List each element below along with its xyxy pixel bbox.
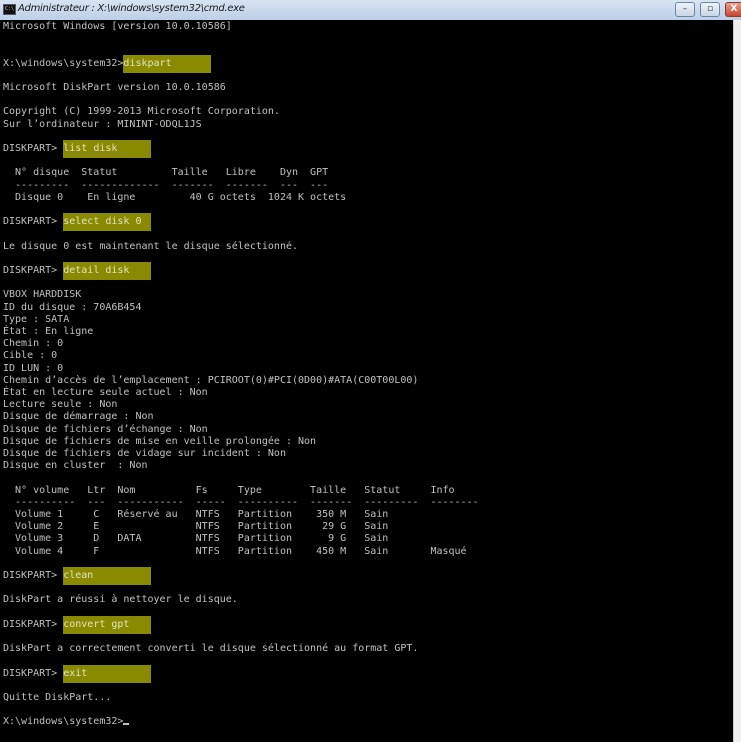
command-line: DISKPART> list disk [3, 140, 152, 159]
output-text: Disque de démarrage : Non [3, 411, 154, 423]
highlighted-command: exit [63, 664, 152, 683]
text-cursor [123, 723, 130, 726]
output-text: État en lecture seule actuel : Non [3, 387, 208, 398]
console-line: Microsoft Windows [version 10.0.10586] [3, 21, 232, 33]
console-line: Cible : 0 [3, 350, 57, 362]
console-line: Copyright (C) 1999-2013 Microsoft Corpor… [3, 106, 280, 118]
command-line: DISKPART> select disk 0 [3, 213, 152, 232]
console-line: VBOX HARDDISK [3, 289, 81, 301]
command-line: DISKPART> convert gpt [3, 615, 152, 634]
output-text: N° disque Statut Taille Libre Dyn GPT [3, 167, 329, 179]
output-text: ID du disque : 70A6B454 [3, 301, 142, 313]
title-bar: Administrateur : X:\windows\system32\cmd… [0, 0, 741, 20]
close-icon: X [730, 4, 738, 14]
output-text: Copyright (C) 1999-2013 Microsoft Corpor… [3, 106, 280, 118]
console-line: Disque en cluster : Non [3, 460, 148, 472]
console-line: X:\windows\system32> [3, 716, 130, 728]
highlighted-command: select disk 0 [63, 213, 152, 232]
console-line: Lecture seule : Non [3, 399, 117, 411]
maximize-button[interactable]: ▫ [700, 2, 720, 17]
output-text: DiskPart a réussi à nettoyer le disque. [3, 594, 238, 606]
vertical-scrollbar[interactable] [733, 20, 741, 742]
prompt-text: DISKPART> [3, 143, 64, 154]
output-text: Cible : 0 [3, 350, 58, 362]
console-line: Chemin : 0 [3, 338, 63, 350]
command-line: DISKPART> clean [3, 567, 152, 586]
prompt-text: DISKPART> [3, 618, 64, 630]
output-text: Volume 4 F NTFS Partition 450 M Sain Mas… [3, 545, 467, 557]
highlighted-command: detail disk [63, 262, 152, 281]
output-text: Disque de fichiers de mise en veille pro… [3, 435, 317, 447]
console-line: DiskPart a réussi à nettoyer le disque. [3, 594, 238, 606]
output-text: Chemin d’accès de l’emplacement : PCIROO… [3, 374, 419, 386]
output-text: Lecture seule : Non [3, 399, 118, 411]
output-text: Sur l’ordinateur : MININT-ODQL1JS [3, 118, 202, 130]
output-text: VBOX HARDDISK [3, 289, 82, 301]
prompt-text: DISKPART> [3, 216, 64, 228]
output-text: Volume 3 D DATA NTFS Partition 9 G Sain [3, 533, 389, 545]
console-line: Disque de fichiers de vidage sur inciden… [3, 448, 286, 460]
console-line: Microsoft DiskPart version 10.0.10586 [3, 82, 226, 94]
output-text: Disque de fichiers d’échange : Non [3, 423, 208, 435]
output-text: Disque 0 En ligne 40 G octets 1024 K oct… [3, 191, 347, 203]
console-line: Sur l’ordinateur : MININT-ODQL1JS [3, 119, 202, 131]
output-text: Quitte DiskPart... [3, 692, 112, 703]
console-line: Disque 0 En ligne 40 G octets 1024 K oct… [3, 192, 346, 204]
console-line: --------- ------------- ------- ------- … [3, 180, 328, 192]
minimize-icon: – [682, 4, 688, 14]
console-line: Volume 3 D DATA NTFS Partition 9 G Sain [3, 533, 388, 545]
command-line: DISKPART> detail disk [3, 262, 152, 281]
output-text: Le disque 0 est maintenant le disque sél… [3, 240, 299, 252]
prompt-text: DISKPART> [3, 265, 64, 276]
prompt-text: X:\windows\system32> [3, 57, 124, 69]
console-line: Volume 4 F NTFS Partition 450 M Sain Mas… [3, 546, 467, 558]
highlighted-command: diskpart [123, 54, 212, 73]
console-line: DiskPart a correctement converti le disq… [3, 643, 418, 655]
output-text: DiskPart a correctement converti le disq… [3, 643, 419, 655]
close-button[interactable]: X [725, 2, 741, 17]
console-line: Le disque 0 est maintenant le disque sél… [3, 241, 298, 253]
command-line: DISKPART> exit [3, 664, 152, 683]
console-line: Volume 2 E NTFS Partition 29 G Sain [3, 521, 388, 533]
output-text: ID LUN : 0 [3, 362, 64, 374]
console-line: Disque de démarrage : Non [3, 411, 154, 423]
output-text: --------- ------------- ------- ------- … [3, 179, 329, 191]
output-text: Chemin : 0 [3, 338, 64, 350]
console-line: Quitte DiskPart... [3, 692, 111, 704]
console-line: Type : SATA [3, 314, 69, 326]
console-line: N° disque Statut Taille Libre Dyn GPT [3, 167, 328, 179]
output-text: Microsoft Windows [version 10.0.10586] [3, 21, 232, 32]
console-line: ID LUN : 0 [3, 363, 63, 375]
output-text: N° volume Ltr Nom Fs Type Taille Statut … [3, 484, 455, 496]
output-text: Disque de fichiers de vidage sur inciden… [3, 448, 286, 459]
console-line: ID du disque : 70A6B454 [3, 302, 141, 314]
cmd-app-icon [3, 4, 16, 15]
output-text: Type : SATA [3, 313, 70, 325]
window-title: Administrateur : X:\windows\system32\cmd… [18, 3, 245, 14]
console-output[interactable]: Microsoft Windows [version 10.0.10586] X:… [0, 20, 733, 742]
console-line: Disque de fichiers d’échange : Non [3, 424, 208, 436]
console-line: ---------- --- ----------- ----- -------… [3, 497, 479, 509]
highlighted-command: clean [63, 567, 152, 586]
console-line: Chemin d’accès de l’emplacement : PCIROO… [3, 375, 418, 387]
output-text: X:\windows\system32> [3, 716, 124, 728]
output-text: État : En ligne [3, 326, 94, 337]
highlighted-command: convert gpt [63, 615, 152, 634]
minimize-button[interactable]: – [675, 2, 695, 17]
console-line: N° volume Ltr Nom Fs Type Taille Statut … [3, 485, 455, 497]
command-line: X:\windows\system32>diskpart [3, 54, 212, 73]
maximize-icon: ▫ [706, 4, 714, 14]
output-text: ---------- --- ----------- ----- -------… [3, 496, 479, 508]
prompt-text: DISKPART> [3, 667, 64, 679]
output-text: Microsoft DiskPart version 10.0.10586 [3, 82, 226, 93]
prompt-text: DISKPART> [3, 570, 64, 581]
console-line: Disque de fichiers de mise en veille pro… [3, 436, 316, 448]
console-line: État : En ligne [3, 326, 93, 338]
highlighted-command: list disk [63, 140, 152, 159]
output-text: Disque en cluster : Non [3, 460, 148, 472]
output-text: Volume 1 C Réservé au NTFS Partition 350… [3, 509, 389, 520]
output-text: Volume 2 E NTFS Partition 29 G Sain [3, 521, 389, 533]
console-line: État en lecture seule actuel : Non [3, 387, 208, 399]
console-line: Volume 1 C Réservé au NTFS Partition 350… [3, 509, 388, 521]
